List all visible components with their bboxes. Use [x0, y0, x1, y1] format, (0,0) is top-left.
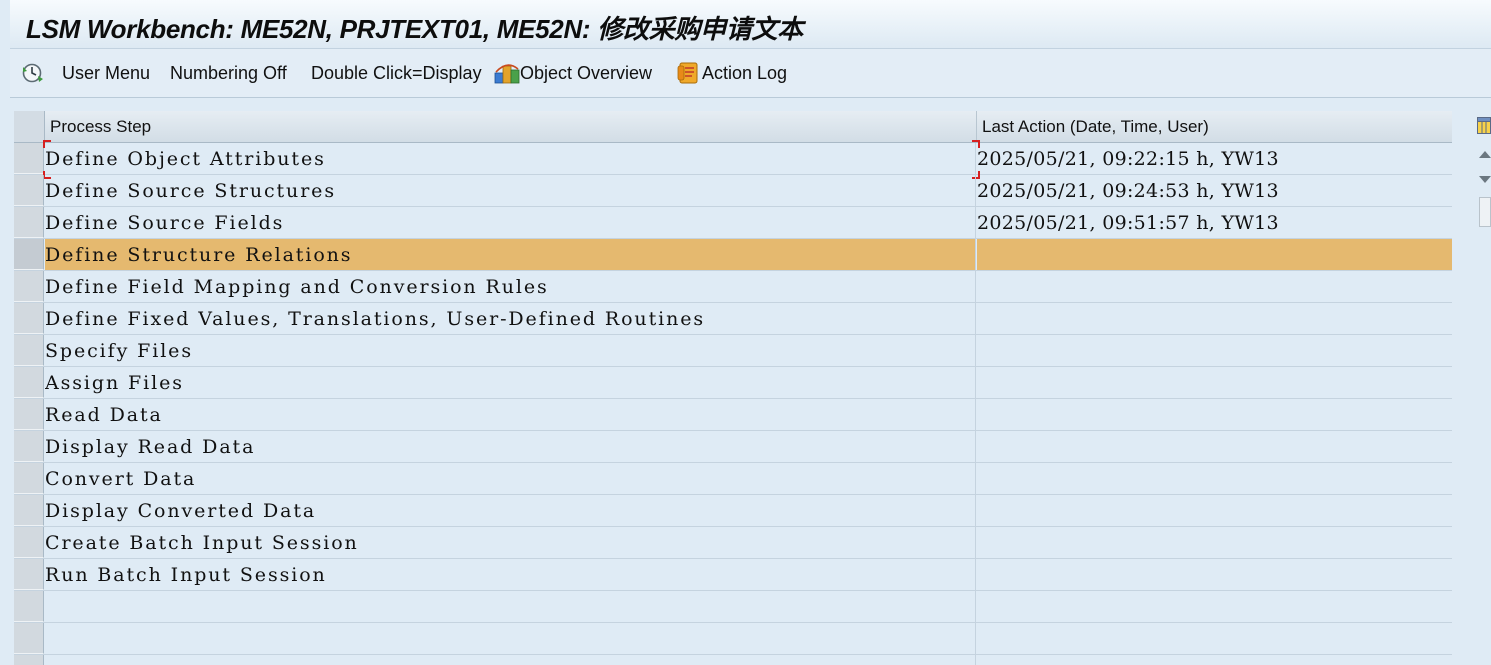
- process-step-cell[interactable]: [45, 623, 976, 654]
- select-all-corner[interactable]: [14, 111, 45, 142]
- row-selector[interactable]: [14, 431, 44, 462]
- row-selector[interactable]: [14, 655, 44, 665]
- table-row[interactable]: Define Source Structures 2025/05/21, 09:2…: [14, 175, 1452, 207]
- last-action-cell: [977, 431, 1452, 462]
- table-row[interactable]: [14, 623, 1452, 655]
- row-selector[interactable]: [14, 239, 44, 270]
- table-row[interactable]: Assign Files: [14, 367, 1452, 399]
- right-side-controls: [1475, 111, 1491, 665]
- process-step-cell[interactable]: Define Source Fields: [45, 207, 976, 238]
- numbering-off-label: Numbering Off: [170, 62, 287, 83]
- last-action-cell: [977, 399, 1452, 430]
- last-action-cell: [977, 623, 1452, 654]
- row-selector[interactable]: [14, 527, 44, 558]
- last-action-cell: [977, 655, 1452, 665]
- last-action-cell: [977, 559, 1452, 590]
- process-step-cell[interactable]: Assign Files: [45, 367, 976, 398]
- scroll-up-icon[interactable]: [1479, 151, 1491, 158]
- process-step-cell[interactable]: Display Converted Data: [45, 495, 976, 526]
- process-step-table: Process Step Last Action (Date, Time, Us…: [14, 111, 1452, 665]
- last-action-cell: [977, 367, 1452, 398]
- row-selector[interactable]: [14, 367, 44, 398]
- process-step-cell[interactable]: [45, 591, 976, 622]
- row-selector[interactable]: [14, 303, 44, 334]
- object-overview-label: Object Overview: [520, 62, 653, 83]
- action-log-label: Action Log: [702, 62, 788, 83]
- process-step-cell[interactable]: Define Fixed Values, Translations, User-…: [45, 303, 976, 334]
- row-selector[interactable]: [14, 335, 44, 366]
- process-step-cell[interactable]: Define Field Mapping and Conversion Rule…: [45, 271, 976, 302]
- table-row[interactable]: Specify Files: [14, 335, 1452, 367]
- scroll-down-icon[interactable]: [1479, 176, 1491, 183]
- table-row[interactable]: [14, 655, 1452, 665]
- last-action-cell: [977, 239, 1452, 270]
- object-overview-icon: [494, 61, 520, 85]
- last-action-cell: [977, 495, 1452, 526]
- process-step-cell[interactable]: Create Batch Input Session: [45, 527, 976, 558]
- last-action-cell: [977, 335, 1452, 366]
- column-header-last-action[interactable]: Last Action (Date, Time, User): [977, 111, 1452, 142]
- title-bar: LSM Workbench: ME52N, PRJTEXT01, ME52N: …: [10, 0, 1491, 49]
- last-action-cell: [977, 527, 1452, 558]
- process-step-cell[interactable]: Display Read Data: [45, 431, 976, 462]
- last-action-cell: 2025/05/21, 09:51:57 h, YW13: [977, 212, 1279, 234]
- row-selector[interactable]: [14, 495, 44, 526]
- object-overview-button[interactable]: Object Overview: [494, 61, 652, 85]
- row-selector[interactable]: [14, 175, 44, 206]
- process-step-cell[interactable]: Specify Files: [45, 335, 976, 366]
- double-click-display-button[interactable]: Double Click=Display: [311, 61, 482, 85]
- scrollbar-thumb[interactable]: [1479, 197, 1491, 227]
- table-row[interactable]: Display Read Data: [14, 431, 1452, 463]
- table-row[interactable]: Read Data: [14, 399, 1452, 431]
- window-title: LSM Workbench: ME52N, PRJTEXT01, ME52N: …: [26, 14, 803, 44]
- application-toolbar: User Menu Numbering Off Double Click=Dis…: [10, 49, 1491, 98]
- row-selector[interactable]: [14, 559, 44, 590]
- last-action-cell: 2025/05/21, 09:22:15 h, YW13: [977, 148, 1279, 170]
- double-click-display-label: Double Click=Display: [311, 62, 482, 83]
- table-row[interactable]: Define Field Mapping and Conversion Rule…: [14, 271, 1452, 303]
- row-selector[interactable]: [14, 591, 44, 622]
- row-selector[interactable]: [14, 463, 44, 494]
- process-step-cell[interactable]: Define Structure Relations: [45, 239, 976, 270]
- table-header: Process Step Last Action (Date, Time, Us…: [14, 111, 1452, 143]
- column-header-process-step[interactable]: Process Step: [45, 111, 977, 142]
- process-step-cell[interactable]: Run Batch Input Session: [45, 559, 976, 590]
- table-row[interactable]: Define Object Attributes 2025/05/21, 09:2…: [14, 140, 1452, 179]
- row-selector[interactable]: [14, 207, 44, 238]
- focus-marker: [43, 140, 51, 148]
- user-menu-label: User Menu: [62, 62, 151, 83]
- process-step-cell[interactable]: Read Data: [45, 399, 976, 430]
- table-row[interactable]: Convert Data: [14, 463, 1452, 495]
- focus-marker: [972, 140, 980, 148]
- table-row[interactable]: Display Converted Data: [14, 495, 1452, 527]
- table-body: Define Object Attributes 2025/05/21, 09:2…: [14, 140, 1452, 665]
- action-log-button[interactable]: Action Log: [676, 61, 787, 85]
- table-row[interactable]: Run Batch Input Session: [14, 559, 1452, 591]
- process-step-cell[interactable]: Define Source Structures: [45, 175, 976, 206]
- process-step-cell[interactable]: Convert Data: [45, 463, 976, 494]
- column-layout-icon[interactable]: [1477, 117, 1491, 134]
- table-row[interactable]: Define Source Fields 2025/05/21, 09:51:57…: [14, 207, 1452, 239]
- row-selector[interactable]: [14, 623, 44, 654]
- table-row[interactable]: Define Fixed Values, Translations, User-…: [14, 303, 1452, 335]
- table-row[interactable]: [14, 591, 1452, 623]
- last-action-cell: [977, 271, 1452, 302]
- user-menu-button[interactable]: User Menu: [20, 61, 150, 85]
- last-action-cell: 2025/05/21, 09:24:53 h, YW13: [977, 180, 1279, 202]
- row-selector[interactable]: [14, 143, 44, 174]
- process-step-cell[interactable]: Define Object Attributes: [45, 143, 976, 174]
- process-step-cell[interactable]: [45, 655, 976, 665]
- row-selector[interactable]: [14, 399, 44, 430]
- table-row[interactable]: Define Structure Relations: [14, 239, 1452, 271]
- last-action-cell: [977, 591, 1452, 622]
- clock-refresh-icon: [20, 61, 46, 85]
- last-action-cell: [977, 463, 1452, 494]
- last-action-cell: [977, 303, 1452, 334]
- table-row[interactable]: Create Batch Input Session: [14, 527, 1452, 559]
- numbering-off-button[interactable]: Numbering Off: [170, 61, 287, 85]
- action-log-icon: [676, 61, 702, 85]
- row-selector[interactable]: [14, 271, 44, 302]
